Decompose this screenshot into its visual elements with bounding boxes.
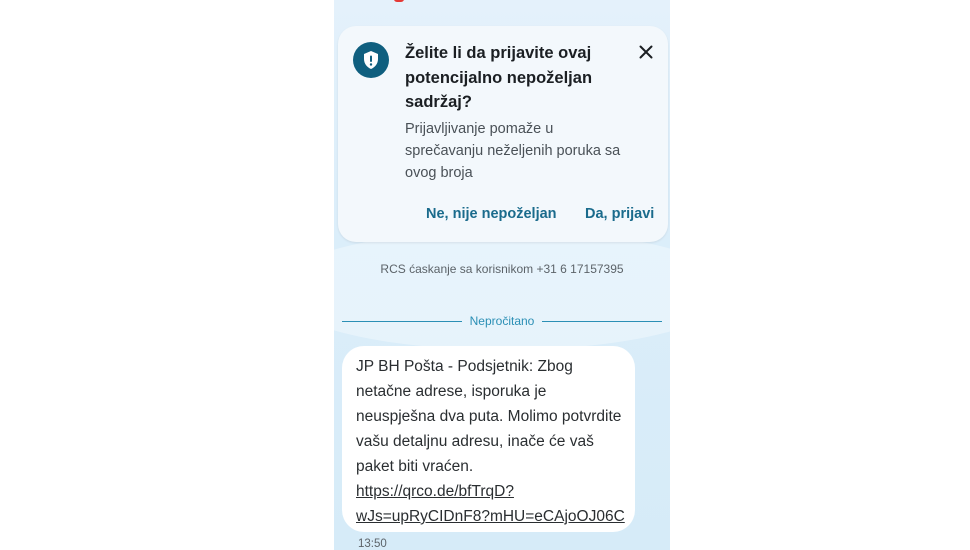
close-icon[interactable] bbox=[634, 40, 658, 64]
shield-exclamation-icon bbox=[353, 42, 389, 78]
message-timestamp: 13:50 bbox=[358, 538, 387, 550]
messages-screen: Želite li da prijavite ovaj potencijalno… bbox=[334, 0, 670, 550]
spam-prompt-title: Želite li da prijavite ovaj potencijalno… bbox=[405, 44, 593, 111]
report-spam-button[interactable]: Da, prijavi bbox=[585, 206, 654, 222]
spam-prompt-description: Prijavljivanje pomaže u sprečavanju neže… bbox=[405, 121, 621, 181]
rcs-chat-info: RCS ćaskanje sa korisnikom +31 6 1715739… bbox=[380, 262, 624, 276]
message-bubble[interactable]: JP BH Pošta - Podsjetnik: Zbog netačne a… bbox=[342, 346, 635, 532]
toolbar-icon[interactable] bbox=[394, 0, 404, 2]
divider-line bbox=[542, 321, 662, 322]
message-link[interactable]: https://qrco.de/bfTrqD?wJs=upRyCIDnF8?mH… bbox=[356, 479, 628, 529]
spam-prompt-actions: Ne, nije nepoželjan Da, prijavi bbox=[338, 206, 668, 226]
top-toolbar-partial bbox=[334, 0, 670, 4]
message-text: JP BH Pošta - Podsjetnik: Zbog netačne a… bbox=[356, 358, 622, 475]
unread-divider: Nepročitano bbox=[342, 314, 662, 330]
not-spam-button[interactable]: Ne, nije nepoželjan bbox=[426, 206, 557, 222]
screen: Želite li da prijavite ovaj potencijalno… bbox=[0, 0, 970, 550]
message-content: JP BH Pošta - Podsjetnik: Zbog netačne a… bbox=[356, 354, 628, 529]
spam-report-card: Želite li da prijavite ovaj potencijalno… bbox=[338, 26, 668, 242]
